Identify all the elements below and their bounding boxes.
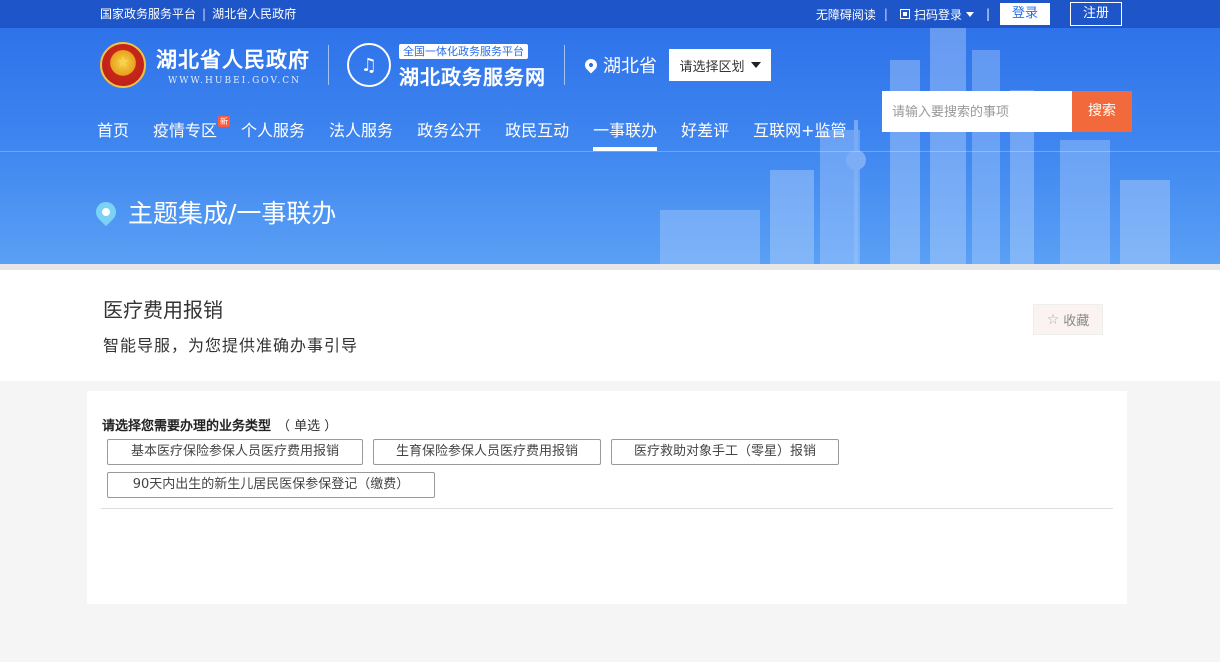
region-select[interactable]: 请选择区划: [669, 49, 771, 81]
gov-name: 湖北省人民政府: [156, 48, 310, 72]
nav-item-corporate[interactable]: 法人服务: [329, 117, 393, 151]
nav-item-label: 疫情专区: [153, 121, 218, 140]
nav-item-rating[interactable]: 好差评: [681, 117, 729, 151]
separator: |: [202, 7, 207, 21]
question-text: 请选择您需要办理的业务类型: [102, 419, 272, 434]
option-maternity-reimbursement[interactable]: 生育保险参保人员医疗费用报销: [373, 439, 601, 465]
top-utility-bar: 国家政务服务平台 | 湖北省人民政府 无障碍阅读 | 扫码登录 | 登录 注册: [0, 0, 1220, 28]
location-pin-icon: [582, 56, 600, 74]
nav-item-supervision[interactable]: 互联网+监管: [753, 117, 846, 151]
breadcrumb-text: 主题集成/一事联办: [128, 199, 337, 228]
platform-name: 湖北政务服务网: [399, 65, 546, 89]
page-subtitle: 智能导服，为您提供准确办事引导: [103, 336, 359, 355]
service-network-logo[interactable]: 全国一体化政务服务平台 湖北政务服务网: [399, 40, 546, 90]
nav-item-one-stop[interactable]: 一事联办: [593, 117, 658, 151]
qr-login-dropdown[interactable]: 扫码登录: [899, 6, 980, 23]
login-button[interactable]: 登录: [1000, 3, 1050, 25]
option-medical-aid-reimbursement[interactable]: 医疗救助对象手工（零星）报销: [611, 439, 839, 465]
nav-item-gov-affairs[interactable]: 政务公开: [417, 117, 481, 151]
separator: |: [883, 7, 888, 21]
location-pin-icon: [91, 197, 121, 227]
option-basic-medical-reimbursement[interactable]: 基本医疗保险参保人员医疗费用报销: [107, 439, 363, 465]
province-location: 湖北省: [582, 52, 657, 78]
breadcrumb: 主题集成/一事联办: [91, 194, 337, 230]
divider: [328, 45, 329, 85]
separator: |: [985, 7, 990, 21]
main-nav: 首页 疫情专区 新 个人服务 法人服务 政务公开 政民互动 一事联办 好差评 互…: [97, 116, 871, 151]
page-title: 医疗费用报销: [103, 298, 223, 322]
national-emblem-icon: [100, 42, 146, 88]
option-newborn-registration[interactable]: 90天内出生的新生儿居民医保参保登记（缴费）: [107, 472, 435, 498]
platform-tag: 全国一体化政务服务平台: [399, 44, 528, 59]
gov-logo[interactable]: 湖北省人民政府 WWW.HUBEI.GOV.CN: [156, 44, 310, 86]
divider: [564, 45, 565, 85]
hubei-gov-link[interactable]: 湖北省人民政府: [212, 7, 296, 21]
register-button[interactable]: 注册: [1070, 2, 1122, 26]
nav-item-personal[interactable]: 个人服务: [241, 117, 305, 151]
search-box: 搜索: [882, 91, 1132, 132]
qr-login-label: 扫码登录: [913, 7, 962, 22]
divider: [0, 151, 1220, 152]
caret-down-icon: [965, 11, 974, 17]
nav-item-epidemic[interactable]: 疫情专区 新: [153, 116, 231, 151]
search-input[interactable]: [882, 91, 1072, 132]
star-icon: ☆: [1046, 311, 1060, 328]
caret-down-icon: [750, 62, 761, 68]
nav-item-home[interactable]: 首页: [97, 117, 129, 151]
province-label: 湖北省: [603, 56, 657, 77]
brand-area: 湖北省人民政府 WWW.HUBEI.GOV.CN ♫ 全国一体化政务服务平台 湖…: [100, 40, 771, 90]
new-badge: 新: [218, 116, 231, 127]
nav-item-interaction[interactable]: 政民互动: [505, 117, 569, 151]
business-type-card: 请选择您需要办理的业务类型 （ 单选 ） 基本医疗保险参保人员医疗费用报销 生育保…: [87, 391, 1127, 604]
question-hint: （ 单选 ）: [277, 419, 338, 434]
national-platform-link[interactable]: 国家政务服务平台: [100, 7, 196, 21]
accessibility-link[interactable]: 无障碍阅读: [816, 6, 876, 23]
divider: [101, 508, 1113, 509]
qr-code-icon: [899, 9, 910, 19]
question-label: 请选择您需要办理的业务类型 （ 单选 ）: [102, 415, 337, 434]
favorite-button[interactable]: ☆ 收藏: [1033, 304, 1103, 335]
search-button[interactable]: 搜索: [1072, 91, 1132, 132]
service-network-logo-icon: ♫: [347, 43, 391, 87]
region-select-label: 请选择区划: [679, 59, 745, 75]
page-header: 医疗费用报销 智能导服，为您提供准确办事引导 ☆ 收藏: [0, 264, 1220, 381]
gov-url: WWW.HUBEI.GOV.CN: [168, 76, 302, 86]
favorite-label: 收藏: [1063, 314, 1090, 329]
